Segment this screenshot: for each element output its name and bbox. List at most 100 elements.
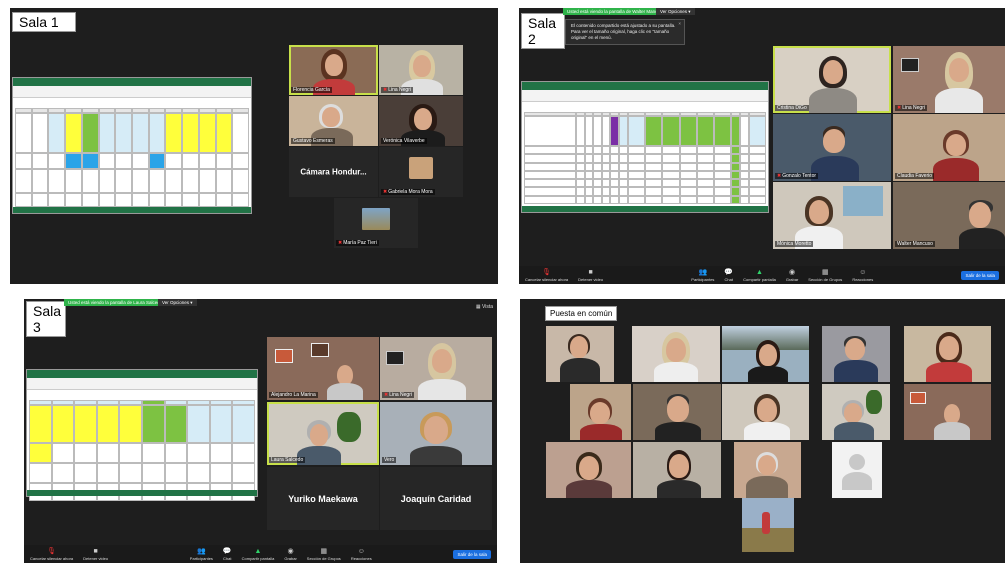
user-name: Florencia García	[293, 87, 330, 93]
user-name: Joaquín Caridad	[400, 493, 472, 504]
wall-picture	[910, 392, 926, 404]
reactions-button[interactable]: ☺ Reacciones	[852, 269, 873, 282]
video-tile[interactable]	[742, 498, 794, 552]
video-tile[interactable]: ✖ Lina Negri	[380, 337, 492, 400]
breakout-rooms-button[interactable]: ▦ Sección de Grupos	[307, 548, 341, 561]
excel-title-bar	[27, 370, 257, 378]
room-3-panel: Sala 3 Usted está viendo la pantalla de …	[24, 299, 497, 563]
video-tile[interactable]: Claudia Faverio	[893, 114, 1005, 181]
video-tile[interactable]: Florencia García	[289, 45, 378, 95]
room-label: Puesta en común	[545, 306, 618, 321]
user-name: Laura Salcedo	[271, 457, 304, 463]
shared-spreadsheet[interactable]	[26, 369, 258, 501]
video-tile-camera-off[interactable]: Cámara Hondur...	[289, 147, 378, 197]
video-tile[interactable]	[822, 384, 890, 440]
participants-button[interactable]: 👥 Participantes	[190, 548, 213, 561]
chat-button[interactable]: 💬 Chat	[223, 548, 232, 561]
view-button[interactable]: ▦ Vista	[476, 304, 493, 310]
shared-spreadsheet[interactable]	[12, 77, 252, 214]
view-options-button[interactable]: Ver Opciones ▾	[656, 8, 695, 15]
video-tile[interactable]: Vero	[380, 402, 492, 465]
shared-spreadsheet[interactable]	[521, 81, 769, 213]
video-tile[interactable]: Laura Salcedo	[267, 402, 379, 465]
user-name: Cámara Hondur...	[300, 167, 367, 177]
user-name: Verónica Vilaverbe	[383, 138, 425, 144]
video-tile-camera-off[interactable]: Joaquín Caridad	[380, 467, 492, 530]
video-tile[interactable]: ✖ Lina Negri	[893, 46, 1005, 113]
video-tile[interactable]	[632, 326, 720, 382]
video-tile[interactable]	[633, 384, 721, 440]
mic-muted-icon: ✖	[338, 240, 343, 246]
user-name: Claudia Faverio	[897, 173, 933, 179]
stop-video-button[interactable]: ■ Detener video	[83, 548, 108, 561]
record-button[interactable]: ◉ Grabar	[284, 548, 296, 561]
user-name: Gabriela Mora Mora	[388, 189, 433, 195]
excel-status-bar	[27, 490, 257, 496]
video-tile[interactable]: Cristina DiGo	[773, 46, 891, 113]
reactions-button[interactable]: ☺ Reacciones	[351, 548, 372, 561]
video-tile[interactable]	[904, 384, 991, 440]
video-tile[interactable]: Alejandro La Marina	[267, 337, 379, 400]
record-button[interactable]: ◉ Grabar	[786, 269, 798, 282]
spreadsheet-grid	[29, 400, 255, 501]
video-tile[interactable]	[546, 442, 631, 498]
fit-to-screen-tooltip: El contenido compartido está ajustado a …	[565, 19, 685, 45]
view-options-button[interactable]: Ver Opciones ▾	[158, 299, 197, 306]
unmute-button[interactable]: 🎙 Cancelar silenciar ahora	[30, 548, 73, 561]
close-icon[interactable]: ×	[678, 21, 681, 27]
user-name: Lina Negri	[902, 105, 925, 111]
wall-picture	[386, 351, 404, 365]
wall-picture	[275, 349, 293, 363]
video-tile[interactable]	[570, 384, 631, 440]
excel-ribbon	[27, 378, 257, 390]
video-tile[interactable]	[546, 326, 614, 382]
video-tile[interactable]	[633, 442, 721, 498]
user-name: Lina Negri	[389, 392, 412, 398]
video-tile[interactable]: Walter Mancuso	[893, 182, 1005, 249]
share-icon: ▲	[254, 547, 262, 555]
video-tile[interactable]: Verónica Vilaverbe	[379, 96, 463, 146]
mic-off-icon: 🎙	[47, 547, 57, 555]
video-tile[interactable]	[734, 442, 801, 498]
video-tile[interactable]: ✖ Gonzalo Tentor	[773, 114, 891, 181]
video-tile[interactable]: Mónica Moretto	[773, 182, 891, 249]
user-name: Gonzalo Tentor	[782, 173, 817, 179]
leave-room-button[interactable]: Salir de la sala	[453, 549, 491, 559]
spreadsheet-grid	[524, 112, 766, 204]
video-tile-camera-off[interactable]: Yuriko Maekawa	[267, 467, 379, 530]
video-tile[interactable]	[904, 326, 991, 382]
chat-button[interactable]: 💬 Chat	[724, 269, 733, 282]
mic-off-icon: 🎙	[542, 268, 552, 276]
video-tile[interactable]	[722, 384, 809, 440]
meeting-toolbar: 🎙 Cancelar silenciar ahora ■ Detener video…	[24, 545, 497, 563]
excel-status-bar	[522, 206, 768, 212]
share-screen-button[interactable]: ▲ Compartir pantalla	[743, 269, 776, 282]
excel-ribbon	[13, 86, 251, 98]
grid-view-icon: ▦	[475, 304, 481, 310]
leave-room-button[interactable]: Salir de la sala	[961, 270, 999, 280]
person-figure	[762, 512, 770, 534]
participants-button[interactable]: 👥 Participantes	[691, 269, 714, 282]
share-screen-button[interactable]: ▲ Compartir pantalla	[242, 548, 275, 561]
room-1-panel: Sala 1 Florencia García ✖ Lina Negri Gust…	[10, 8, 498, 284]
stop-video-button[interactable]: ■ Detener video	[578, 269, 603, 282]
user-name: María Paz Tieri	[343, 240, 377, 246]
video-tile[interactable]	[722, 326, 809, 382]
profile-picture	[362, 208, 390, 230]
video-tile-camera-off[interactable]	[832, 442, 882, 498]
video-tile[interactable]: ✖ Gabriela Mora Mora	[379, 147, 463, 197]
video-tile[interactable]: ✖ Lina Negri	[379, 45, 463, 95]
chat-icon: 💬	[222, 547, 232, 555]
excel-title-bar	[13, 78, 251, 86]
video-tile[interactable]: Gustavo Esmeras	[289, 96, 378, 146]
user-name: Yuriko Maekawa	[288, 493, 358, 504]
breakout-rooms-button[interactable]: ▦ Sección de Grupos	[808, 269, 842, 282]
reactions-icon: ☺	[357, 547, 365, 555]
user-name: Mónica Moretto	[777, 241, 812, 247]
video-tile[interactable]: ✖ María Paz Tieri	[334, 198, 418, 248]
default-avatar-icon	[832, 442, 882, 498]
plant	[866, 390, 882, 414]
video-tile[interactable]	[822, 326, 890, 382]
unmute-button[interactable]: 🎙 Cancelar silenciar ahora	[525, 269, 568, 282]
video-icon: ■	[588, 268, 593, 276]
